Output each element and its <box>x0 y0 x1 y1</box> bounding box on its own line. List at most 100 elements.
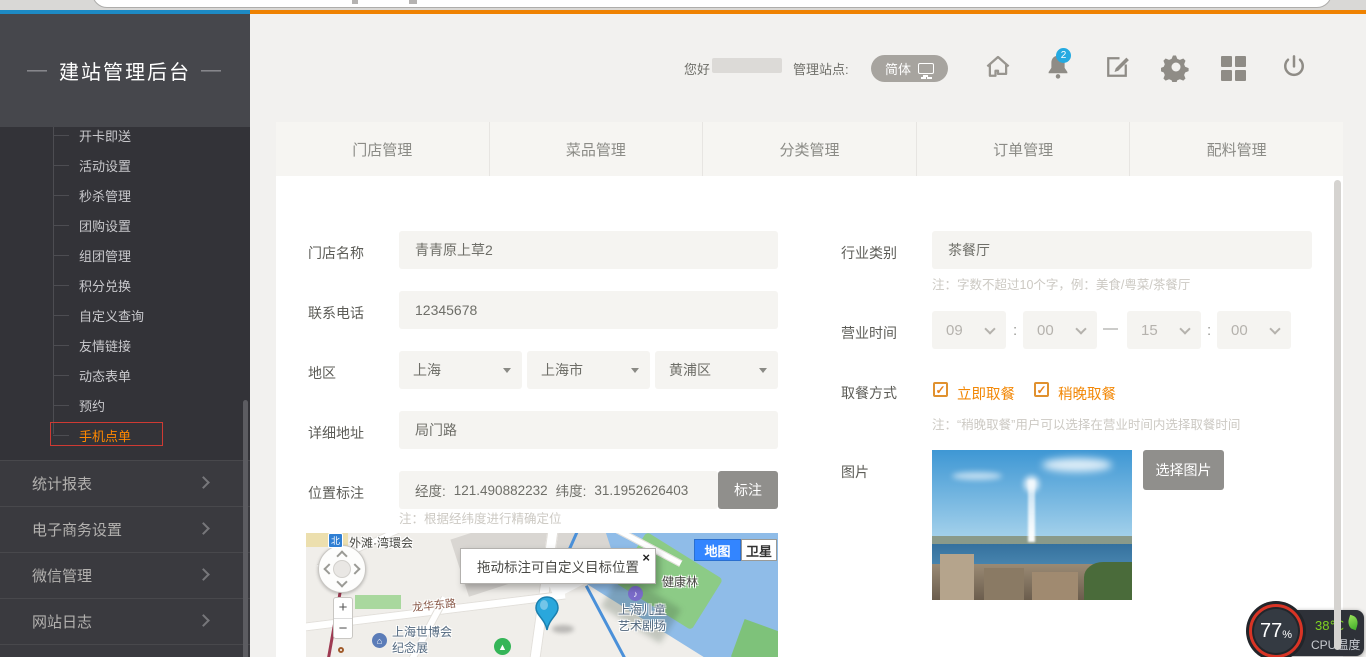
pickup-later-checkbox[interactable]: ✓ <box>1034 382 1049 397</box>
coordinates-input[interactable]: 经度: 121.490882232 纬度: 31.1952626403 <box>399 471 718 509</box>
photo-building-tall <box>940 554 974 600</box>
sidebar-scrollbar[interactable] <box>243 400 248 657</box>
sidebar-section-site-log[interactable]: 网站日志 <box>0 598 250 644</box>
chevron-down-icon <box>1075 323 1086 334</box>
city-select[interactable]: 上海市 <box>527 351 650 389</box>
sidebar-section-partial <box>0 644 250 657</box>
mark-location-button[interactable]: 标注 <box>718 471 778 509</box>
browser-icon-fragment <box>352 0 358 4</box>
sidebar-section-wechat[interactable]: 微信管理 <box>0 552 250 598</box>
dropdown-arrow-icon <box>503 368 511 373</box>
photo-building <box>984 568 1024 600</box>
sidebar: 开卡即送 活动设置 秒杀管理 团购设置 组团管理 积分兑换 自定义查询 友情链接… <box>0 14 250 657</box>
chevron-down-icon <box>1269 323 1280 334</box>
map-label-forest: 健康林 <box>662 573 698 590</box>
cpu-percent-unit: % <box>1282 629 1292 641</box>
dropdown-arrow-icon <box>759 368 767 373</box>
map-type-satellite-button[interactable]: 卫星 <box>741 539 777 561</box>
sidebar-item-activity[interactable]: 活动设置 <box>0 150 250 180</box>
greeting-text: 您好 <box>684 59 710 78</box>
notification-badge: 2 <box>1056 48 1071 63</box>
sidebar-item-reservation[interactable]: 预约 <box>0 390 250 420</box>
pan-right-icon[interactable] <box>349 563 360 574</box>
close-hour-select[interactable]: 15 <box>1127 311 1201 349</box>
settings-gear-icon[interactable] <box>1161 52 1191 82</box>
drag-hint-bubble: 拖动标注可自定义目标位置 × <box>460 548 656 584</box>
compass-center[interactable] <box>333 560 351 578</box>
museum-icon: ⌂ <box>372 633 387 648</box>
music-icon: ♪ <box>628 586 643 601</box>
chevron-right-icon <box>197 522 210 535</box>
pickup-now-label: 立即取餐 <box>957 383 1015 404</box>
title-dash-right: — <box>201 59 223 82</box>
pickup-note: 注：“稍晚取餐”用户可以选择在营业时间内选择取餐时间 <box>932 414 1240 433</box>
zoom-in-button[interactable]: + <box>334 598 352 619</box>
manage-site-label: 管理站点: <box>793 59 849 78</box>
language-toggle-pill[interactable]: 简体 <box>871 55 948 82</box>
sidebar-item-flashsale[interactable]: 秒杀管理 <box>0 180 250 210</box>
sidebar-section-ecommerce[interactable]: 电子商务设置 <box>0 506 250 552</box>
map-zoom-control: + − <box>333 597 353 639</box>
latitude-value: 31.1952626403 <box>594 483 688 498</box>
bubble-close-icon[interactable]: × <box>642 550 650 565</box>
tab-dish-management[interactable]: 菜品管理 <box>490 122 704 176</box>
industry-input[interactable]: 茶餐厅 <box>932 231 1312 269</box>
map-type-map-button[interactable]: 地图 <box>694 539 741 561</box>
time-colon: : <box>1207 322 1211 339</box>
map-compass-control[interactable] <box>318 545 366 593</box>
photo-poi-icon: ▲ <box>494 638 511 655</box>
open-minute-select[interactable]: 00 <box>1023 311 1097 349</box>
apps-grid-icon[interactable] <box>1221 56 1246 81</box>
sidebar-item-links[interactable]: 友情链接 <box>0 330 250 360</box>
cpu-usage-gauge[interactable]: 77 % <box>1249 604 1303 657</box>
photo-cloud <box>1042 458 1112 472</box>
choose-image-button[interactable]: 选择图片 <box>1143 450 1224 490</box>
open-hour-select[interactable]: 09 <box>932 311 1006 349</box>
store-name-input[interactable]: 青青原上草2 <box>399 231 778 269</box>
photo-trees <box>1084 562 1132 600</box>
chevron-down-icon <box>1179 323 1190 334</box>
district-select[interactable]: 黄浦区 <box>655 351 778 389</box>
province-select[interactable]: 上海 <box>399 351 522 389</box>
close-minute-select[interactable]: 00 <box>1217 311 1291 349</box>
sidebar-item-points[interactable]: 积分兑换 <box>0 270 250 300</box>
address-input[interactable]: 局门路 <box>399 411 778 449</box>
sidebar-item-groupbuy[interactable]: 团购设置 <box>0 210 250 240</box>
photo-cloud <box>952 472 1002 480</box>
hours-label: 营业时间 <box>841 323 897 343</box>
time-colon: : <box>1013 322 1017 339</box>
sidebar-item-dynamic-form[interactable]: 动态表单 <box>0 360 250 390</box>
sidebar-item-group[interactable]: 组团管理 <box>0 240 250 270</box>
content-scrollbar[interactable] <box>1334 180 1341 650</box>
zoom-out-button[interactable]: − <box>334 619 352 639</box>
username-redacted <box>712 58 782 73</box>
industry-label: 行业类别 <box>841 243 897 263</box>
address-label: 详细地址 <box>308 423 364 443</box>
pickup-label: 取餐方式 <box>841 383 897 403</box>
time-range-dash: — <box>1103 320 1118 337</box>
tab-order-management[interactable]: 订单管理 <box>917 122 1131 176</box>
pan-down-icon[interactable] <box>336 576 347 587</box>
chevron-down-icon <box>984 323 995 334</box>
tab-category-management[interactable]: 分类管理 <box>703 122 917 176</box>
map-label-theater1: 上海儿童 <box>618 601 666 618</box>
phone-input[interactable]: 12345678 <box>399 291 778 329</box>
chevron-right-icon <box>197 476 210 489</box>
photo-building <box>1032 572 1078 600</box>
sidebar-sections: 统计报表 电子商务设置 微信管理 网站日志 <box>0 460 250 657</box>
map-pin[interactable] <box>534 596 560 637</box>
map-widget[interactable]: ⌂ ♪ ▲ 外滩·湾環会 龙华东路 上海世博会 纪念展 健康林 上海儿童 艺术剧… <box>306 533 778 657</box>
tab-store-management[interactable]: 门店管理 <box>276 122 490 176</box>
store-photo <box>932 450 1132 600</box>
tab-ingredient-management[interactable]: 配料管理 <box>1130 122 1343 176</box>
browser-address-bar[interactable] <box>92 0 1332 8</box>
power-icon[interactable] <box>1279 52 1309 82</box>
edit-icon[interactable] <box>1102 52 1132 82</box>
pickup-now-checkbox[interactable]: ✓ <box>933 382 948 397</box>
region-label: 地区 <box>308 363 336 383</box>
home-icon[interactable] <box>983 52 1013 82</box>
language-label: 简体 <box>885 59 911 78</box>
sidebar-section-reports[interactable]: 统计报表 <box>0 460 250 506</box>
phone-label: 联系电话 <box>308 303 364 323</box>
sidebar-item-custom-query[interactable]: 自定义查询 <box>0 300 250 330</box>
